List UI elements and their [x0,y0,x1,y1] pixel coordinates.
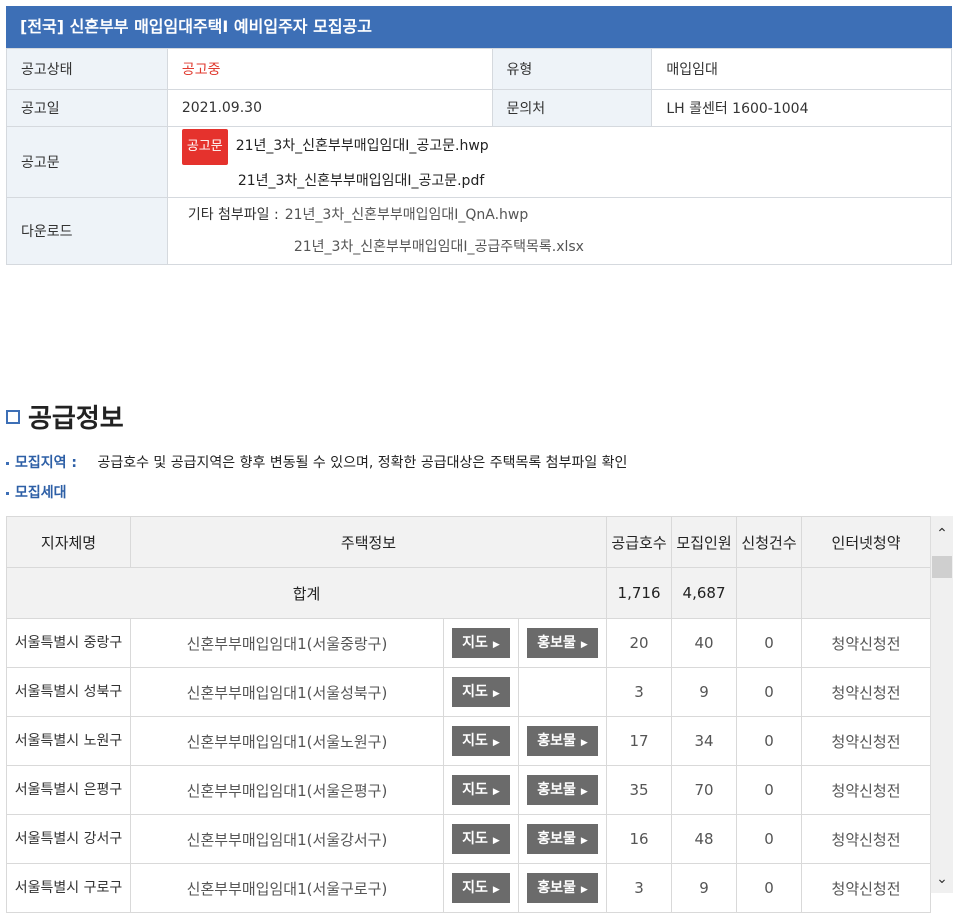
bullet-icon [6,491,9,495]
table-row: 서울특별시 중랑구 신혼부부매입임대1(서울중랑구) 지도 ▶ 홍보물 ▶ 20 40 0 청약신… [6,618,932,668]
promo-button[interactable]: 홍보물 ▶ [527,775,598,805]
square-bullet-icon [6,409,20,424]
apply-count: 0 [736,765,803,815]
online-apply-status[interactable]: 청약신청전 [801,814,932,864]
supply-info-heading: 공급정보 [6,398,124,435]
online-apply-status[interactable]: 청약신청전 [801,667,932,717]
household-note: 모집세대 [6,482,67,502]
sum-recruit: 4,687 [671,567,738,619]
region-note: 모집지역 : 공급호수 및 공급지역은 향후 변동될 수 있으며, 정확한 공급… [6,452,627,472]
apply-count: 0 [736,667,803,717]
map-button[interactable]: 지도 ▶ [452,775,510,805]
house-info: 신혼부부매입임대1(서울노원구) [130,716,444,766]
branch-name: 서울특별시 중랑구 [14,634,123,651]
online-apply-status[interactable]: 청약신청전 [801,863,932,913]
supply-count: 3 [606,863,673,913]
notice-label: 공고문 [6,126,168,198]
table-row: 서울특별시 성북구 신혼부부매입임대1(서울성북구) 지도 ▶ 3 9 0 청약신청전 [6,667,932,717]
col-apply: 신청건수 [736,516,803,568]
promo-button[interactable]: 홍보물 ▶ [527,873,598,903]
branch-name: 서울특별시 구로구 [14,879,123,896]
recruit-count: 34 [671,716,738,766]
attach-house-list[interactable]: 21년_3차_신혼부부매입임대Ⅰ_공급주택목록.xlsx [294,239,584,255]
supply-count: 16 [606,814,673,864]
branch-name: 서울특별시 강서구 [14,830,123,847]
house-info: 신혼부부매입임대1(서울중랑구) [130,618,444,668]
region-label: 모집지역 : [15,455,77,471]
promo-button[interactable]: 홍보물 ▶ [527,628,598,658]
contact-label: 문의처 [491,89,653,127]
col-branch: 지자체명 [6,516,131,568]
online-apply-status[interactable]: 청약신청전 [801,716,932,766]
table-row: 서울특별시 은평구 신혼부부매입임대1(서울은평구) 지도 ▶ 홍보물 ▶ 35 70 0 청약신… [6,765,932,815]
col-online: 인터넷청약 [801,516,932,568]
sum-supply: 1,716 [606,567,673,619]
sum-label: 합계 [5,567,608,619]
notice-file-pdf[interactable]: 21년_3차_신혼부부매입임대Ⅰ_공고문.pdf [238,173,484,189]
house-info: 신혼부부매입임대1(서울강서구) [130,814,444,864]
recruit-count: 9 [671,667,738,717]
scroll-thumb[interactable] [932,556,952,578]
online-apply-status[interactable]: 청약신청전 [801,765,932,815]
table-scrollbar[interactable]: ⌃ ⌄ [930,516,953,893]
supply-count: 20 [606,618,673,668]
other-attach-label: 기타 첨부파일 : [187,207,279,223]
type-label: 유형 [491,48,653,90]
col-house: 주택정보 [129,516,608,568]
recruit-count: 9 [671,863,738,913]
notice-info-table: 공고상태 공고중 유형 매입임대 공고일 2021.09.30 문의처 LH 콜… [6,48,953,265]
region-text: 공급호수 및 공급지역은 향후 변동될 수 있으며, 정확한 공급대상은 주택목… [97,455,628,471]
supply-table: 지자체명 주택정보 공급호수 모집인원 신청건수 인터넷청약 합계 1,716 … [5,516,932,913]
supply-count: 35 [606,765,673,815]
type-value: 매입임대 [651,48,952,90]
house-info: 신혼부부매입임대1(서울은평구) [130,765,444,815]
bullet-icon [6,461,9,465]
table-row: 서울특별시 구로구 신혼부부매입임대1(서울구로구) 지도 ▶ 홍보물 ▶ 3 9 0 청약신청전 [6,863,932,913]
scroll-up-icon[interactable]: ⌃ [931,526,953,546]
date-value: 2021.09.30 [166,89,493,127]
apply-count: 0 [736,863,803,913]
recruit-count: 70 [671,765,738,815]
notice-title: [전국] 신혼부부 매입임대주택Ⅰ 예비입주자 모집공고 [20,17,372,36]
apply-count: 0 [736,618,803,668]
scroll-down-icon[interactable]: ⌄ [931,871,953,891]
contact-value: LH 콜센터 1600-1004 [651,89,952,127]
map-button[interactable]: 지도 ▶ [452,824,510,854]
download-label: 다운로드 [6,197,168,265]
recruit-count: 48 [671,814,738,864]
household-label: 모집세대 [15,485,67,501]
table-row: 서울특별시 강서구 신혼부부매입임대1(서울강서구) 지도 ▶ 홍보물 ▶ 16 48 0 청약신… [6,814,932,864]
table-row: 서울특별시 노원구 신혼부부매입임대1(서울노원구) 지도 ▶ 홍보물 ▶ 17 34 0 청약신… [6,716,932,766]
notice-title-bar: [전국] 신혼부부 매입임대주택Ⅰ 예비입주자 모집공고 [6,6,952,48]
notice-tag: 공고문 [181,129,228,165]
sum-row: 합계 1,716 4,687 [5,567,932,619]
map-button[interactable]: 지도 ▶ [452,873,510,903]
recruit-count: 40 [671,618,738,668]
house-info: 신혼부부매입임대1(서울성북구) [130,667,444,717]
status-value: 공고중 [166,48,493,90]
branch-name: 서울특별시 은평구 [14,781,123,798]
map-button[interactable]: 지도 ▶ [452,677,510,707]
supply-count: 3 [606,667,673,717]
notice-file-hwp[interactable]: 21년_3차_신혼부부매입임대Ⅰ_공고문.hwp [236,138,489,154]
supply-count: 17 [606,716,673,766]
branch-name: 서울특별시 노원구 [14,732,123,749]
col-supply: 공급호수 [606,516,673,568]
status-label: 공고상태 [6,48,168,90]
map-button[interactable]: 지도 ▶ [452,628,510,658]
promo-button[interactable]: 홍보물 ▶ [527,726,598,756]
branch-name: 서울특별시 성북구 [14,683,123,700]
house-info: 신혼부부매입임대1(서울구로구) [130,863,444,913]
map-button[interactable]: 지도 ▶ [452,726,510,756]
date-label: 공고일 [6,89,168,127]
col-recruit: 모집인원 [671,516,738,568]
apply-count: 0 [736,716,803,766]
attach-qna[interactable]: 21년_3차_신혼부부매입임대Ⅰ_QnA.hwp [285,207,529,223]
apply-count: 0 [736,814,803,864]
promo-button[interactable]: 홍보물 ▶ [527,824,598,854]
online-apply-status[interactable]: 청약신청전 [801,618,932,668]
